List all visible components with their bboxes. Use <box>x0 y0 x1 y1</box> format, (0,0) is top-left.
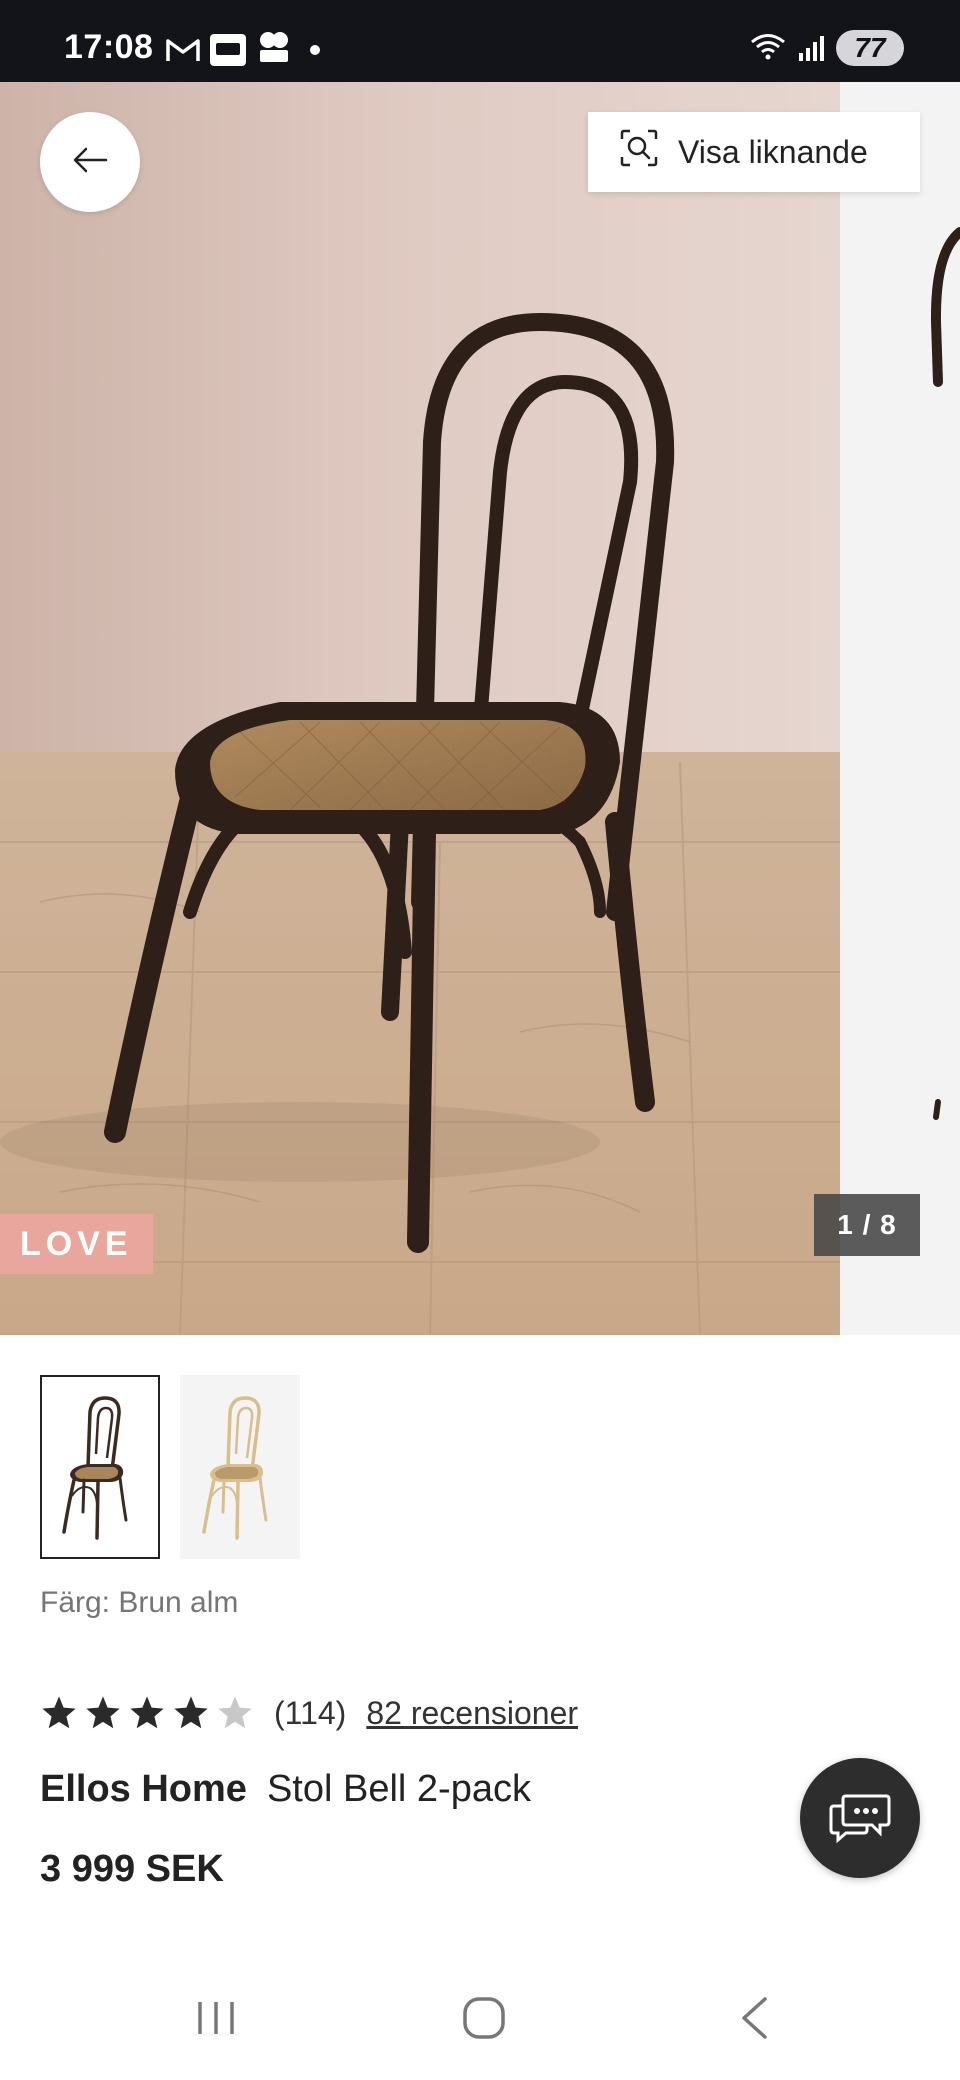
back-button[interactable] <box>40 112 140 212</box>
star-empty-icon <box>218 1696 252 1729</box>
wifi-icon <box>748 31 788 66</box>
home-icon <box>462 1996 506 2045</box>
love-badge: LOVE <box>0 1214 153 1274</box>
status-right-icons: 77 <box>748 30 904 66</box>
selected-color-label: Färg: Brun alm <box>40 1586 239 1619</box>
chat-button[interactable] <box>800 1758 920 1878</box>
sas-app-icon <box>256 30 292 69</box>
rating-row: (114) 82 recensioner <box>40 1688 578 1738</box>
variant-thumbnail-brun-alm[interactable] <box>40 1375 160 1559</box>
star-filled-icon <box>86 1696 120 1729</box>
image-counter: 1 / 8 <box>814 1194 920 1256</box>
product-photo[interactable] <box>0 82 840 1335</box>
star-filled-icon <box>174 1696 208 1729</box>
product-price: 3 999 SEK <box>40 1848 224 1890</box>
star-filled-icon <box>130 1696 164 1729</box>
rating-count: (114) <box>274 1694 347 1731</box>
notification-dot <box>310 44 320 55</box>
product-title: Ellos Home Stol Bell 2-pack <box>40 1768 531 1811</box>
status-time: 17:08 <box>64 28 154 66</box>
home-button[interactable] <box>444 1990 524 2050</box>
visual-search-icon <box>620 129 658 175</box>
status-bar: 17:08 77 <box>0 0 960 82</box>
signal-icon <box>798 35 826 61</box>
color-variant-thumbnails <box>40 1375 300 1559</box>
recent-apps-button[interactable] <box>176 1990 256 2050</box>
battery-icon: 77 <box>836 30 904 66</box>
gmail-icon <box>166 37 200 63</box>
mystore-app-icon <box>210 33 246 66</box>
recent-apps-icon <box>194 1998 238 2043</box>
chevron-left-icon <box>739 1996 769 2045</box>
arrow-left-icon <box>72 146 108 179</box>
show-similar-button[interactable]: Visa liknande <box>588 112 920 192</box>
next-image-peek[interactable] <box>840 82 960 1335</box>
system-nav-bar <box>0 1960 960 2080</box>
show-similar-label: Visa liknande <box>678 133 868 170</box>
product-image-carousel[interactable]: Visa liknande LOVE 1 / 8 <box>0 82 960 1335</box>
product-name: Stol Bell 2-pack <box>266 1768 531 1810</box>
star-filled-icon <box>42 1696 76 1729</box>
star-rating <box>40 1694 254 1732</box>
system-back-button[interactable] <box>714 1990 794 2050</box>
reviews-link[interactable]: 82 recensioner <box>366 1695 578 1732</box>
brand-name[interactable]: Ellos Home <box>40 1768 247 1810</box>
status-left-icons <box>166 30 320 69</box>
variant-thumbnail-natur[interactable] <box>180 1375 300 1559</box>
chat-icon <box>828 1788 892 1849</box>
